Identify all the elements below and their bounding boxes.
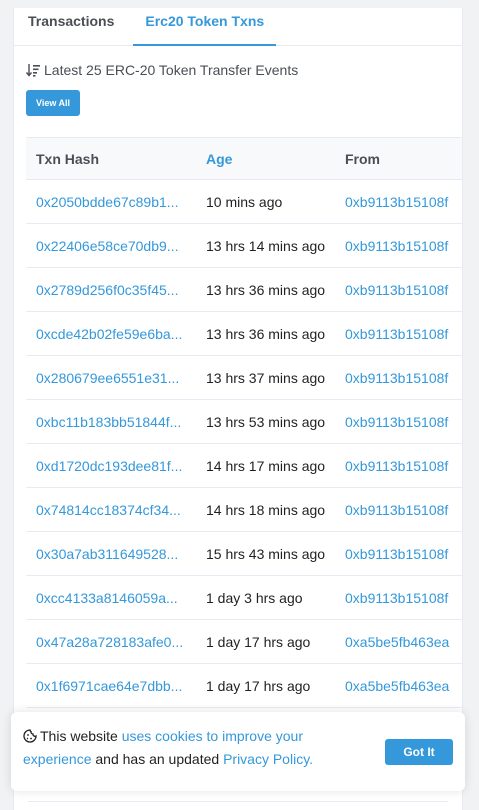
from-address-link[interactable]: 0xb9113b15108f xyxy=(345,238,448,254)
age-cell: 10 mins ago xyxy=(206,193,283,210)
txn-hash-cell: 0x22406e58ce70db9... xyxy=(26,224,196,268)
txn-hash-cell: 0x74814cc18374cf34... xyxy=(26,488,196,532)
token-transfers-table-wrap: Txn Hash Age From 0x2050bdde67c89b1... 10… xyxy=(26,137,462,810)
table-row: 0x2050bdde67c89b1... 10 mins ago 0xb9113b1… xyxy=(26,180,462,224)
txn-hash-link[interactable]: 0xcde42b02fe59e6ba... xyxy=(36,326,182,342)
from-cell: 0xb9113b15108f xyxy=(335,576,462,620)
from-cell: 0xb9113b15108f xyxy=(335,180,462,224)
txn-hash-link[interactable]: 0x74814cc18374cf34... xyxy=(36,502,181,518)
from-address-link[interactable]: 0xb9113b15108f xyxy=(345,502,448,518)
sort-amount-down-icon xyxy=(25,63,40,77)
table-row: 0x280679ee6551e31... 13 hrs 37 mins ago 0x… xyxy=(26,356,462,400)
age-cell: 13 hrs 36 mins ago xyxy=(206,281,326,298)
age-cell: 14 hrs 18 mins ago xyxy=(206,501,326,518)
from-cell: 0xb9113b15108f xyxy=(335,444,462,488)
table-row: 0x74814cc18374cf34... 14 hrs 18 mins ago 0… xyxy=(26,488,462,532)
privacy-policy-link[interactable]: Privacy Policy. xyxy=(223,751,313,767)
txn-hash-link[interactable]: 0x280679ee6551e31... xyxy=(36,370,179,386)
table-row: 0xd1720dc193dee81f... 14 hrs 17 mins ago 0… xyxy=(26,444,462,488)
age-cell: 1 day 3 hrs ago xyxy=(206,589,303,606)
from-address-link[interactable]: 0xb9113b15108f xyxy=(345,458,448,474)
from-cell: 0xb9113b15108f xyxy=(335,312,462,356)
tab-transactions[interactable]: Transactions xyxy=(14,8,128,46)
txn-hash-link[interactable]: 0x30a7ab311649528... xyxy=(36,546,178,562)
from-address-link[interactable]: 0xb9113b15108f xyxy=(345,414,448,430)
age-cell: 15 hrs 43 mins ago xyxy=(206,545,326,562)
cookie-prefix: This website xyxy=(40,728,122,744)
from-cell: 0xb9113b15108f xyxy=(335,224,462,268)
from-cell: 0xb9113b15108f xyxy=(335,268,462,312)
from-address-link[interactable]: 0xb9113b15108f xyxy=(345,546,448,562)
tab-erc20-token-txns[interactable]: Erc20 Token Txns xyxy=(133,8,277,46)
token-txns-card: Transactions Erc20 Token Txns Latest 25 … xyxy=(13,8,463,810)
txn-hash-cell: 0x2789d256f0c35f45... xyxy=(26,268,196,312)
table-row: 0x22406e58ce70db9... 13 hrs 14 mins ago 0x… xyxy=(26,224,462,268)
tab-bar: Transactions Erc20 Token Txns xyxy=(14,8,462,46)
from-cell: 0xa5be5fb463ea xyxy=(335,664,462,708)
cookie-icon xyxy=(23,727,37,743)
txn-hash-cell: 0xcc4133a8146059a... xyxy=(26,576,196,620)
table-row: 0x30a7ab311649528... 15 hrs 43 mins ago 0x… xyxy=(26,532,462,576)
from-cell: 0xb9113b15108f xyxy=(335,356,462,400)
age-cell: 13 hrs 14 mins ago xyxy=(206,237,326,254)
txn-hash-link[interactable]: 0xd1720dc193dee81f... xyxy=(36,458,182,474)
cookie-message: This website uses cookies to improve you… xyxy=(23,725,343,771)
age-cell: 13 hrs 36 mins ago xyxy=(206,325,326,342)
table-row: 0x1f6971cae64e7dbb... 1 day 17 hrs ago 0xa… xyxy=(26,664,462,708)
latest-events-text: Latest 25 ERC-20 Token Transfer Events xyxy=(44,62,299,78)
from-cell: 0xb9113b15108f xyxy=(335,400,462,444)
txn-hash-cell: 0x47a28a728183afe0... xyxy=(26,620,196,664)
table-header-row: Txn Hash Age From xyxy=(26,137,462,180)
age-cell: 14 hrs 17 mins ago xyxy=(206,457,326,474)
table-row: 0x2789d256f0c35f45... 13 hrs 36 mins ago 0… xyxy=(26,268,462,312)
txn-hash-link[interactable]: 0x47a28a728183afe0... xyxy=(36,634,183,650)
token-transfers-table: Txn Hash Age From 0x2050bdde67c89b1... 10… xyxy=(26,137,462,708)
table-fade-overlay xyxy=(26,797,450,810)
tab-content: Latest 25 ERC-20 Token Transfer Events V… xyxy=(14,46,462,810)
from-cell: 0xb9113b15108f xyxy=(335,532,462,576)
table-row: 0xcc4133a8146059a... 1 day 3 hrs ago 0xb91… xyxy=(26,576,462,620)
divider xyxy=(28,801,448,802)
got-it-button[interactable]: Got It xyxy=(385,739,453,765)
txn-hash-link[interactable]: 0xcc4133a8146059a... xyxy=(36,590,178,606)
age-cell: 13 hrs 53 mins ago xyxy=(206,413,326,430)
txn-hash-cell: 0x1f6971cae64e7dbb... xyxy=(26,664,196,708)
from-address-link[interactable]: 0xb9113b15108f xyxy=(345,370,448,386)
age-cell: 13 hrs 37 mins ago xyxy=(206,369,326,386)
column-header-from: From xyxy=(345,150,380,167)
txn-hash-cell: 0xd1720dc193dee81f... xyxy=(26,444,196,488)
txn-hash-cell: 0x2050bdde67c89b1... xyxy=(26,180,196,224)
cookie-middle: and has an updated xyxy=(91,751,224,767)
txn-hash-cell: 0x280679ee6551e31... xyxy=(26,356,196,400)
column-header-age[interactable]: Age xyxy=(196,138,335,180)
table-row: 0xbc11b183bb51844f... 13 hrs 53 mins ago 0… xyxy=(26,400,462,444)
txn-hash-link[interactable]: 0x2050bdde67c89b1... xyxy=(36,194,178,210)
txn-hash-cell: 0xcde42b02fe59e6ba... xyxy=(26,312,196,356)
from-address-link[interactable]: 0xb9113b15108f xyxy=(345,282,448,298)
txn-hash-link[interactable]: 0x22406e58ce70db9... xyxy=(36,238,178,254)
column-header-txn-hash: Txn Hash xyxy=(36,150,100,167)
from-address-link[interactable]: 0xb9113b15108f xyxy=(345,326,448,342)
table-row: 0xcde42b02fe59e6ba... 13 hrs 36 mins ago 0… xyxy=(26,312,462,356)
txn-hash-cell: 0x30a7ab311649528... xyxy=(26,532,196,576)
latest-events-heading: Latest 25 ERC-20 Token Transfer Events xyxy=(25,60,450,80)
view-all-button[interactable]: View All xyxy=(26,90,81,116)
txn-hash-link[interactable]: 0x2789d256f0c35f45... xyxy=(36,282,178,298)
txn-hash-link[interactable]: 0xbc11b183bb51844f... xyxy=(36,414,181,430)
from-address-link[interactable]: 0xa5be5fb463ea xyxy=(345,678,449,694)
from-address-link[interactable]: 0xb9113b15108f xyxy=(345,590,448,606)
from-address-link[interactable]: 0xa5be5fb463ea xyxy=(345,634,449,650)
from-cell: 0xb9113b15108f xyxy=(335,488,462,532)
txn-hash-cell: 0xbc11b183bb51844f... xyxy=(26,400,196,444)
txn-hash-link[interactable]: 0x1f6971cae64e7dbb... xyxy=(36,678,182,694)
from-cell: 0xa5be5fb463ea xyxy=(335,620,462,664)
from-address-link[interactable]: 0xb9113b15108f xyxy=(345,194,448,210)
age-cell: 1 day 17 hrs ago xyxy=(206,677,311,694)
table-row: 0x47a28a728183afe0... 1 day 17 hrs ago 0xa… xyxy=(26,620,462,664)
age-cell: 1 day 17 hrs ago xyxy=(206,633,311,650)
cookie-banner: This website uses cookies to improve you… xyxy=(11,712,465,791)
